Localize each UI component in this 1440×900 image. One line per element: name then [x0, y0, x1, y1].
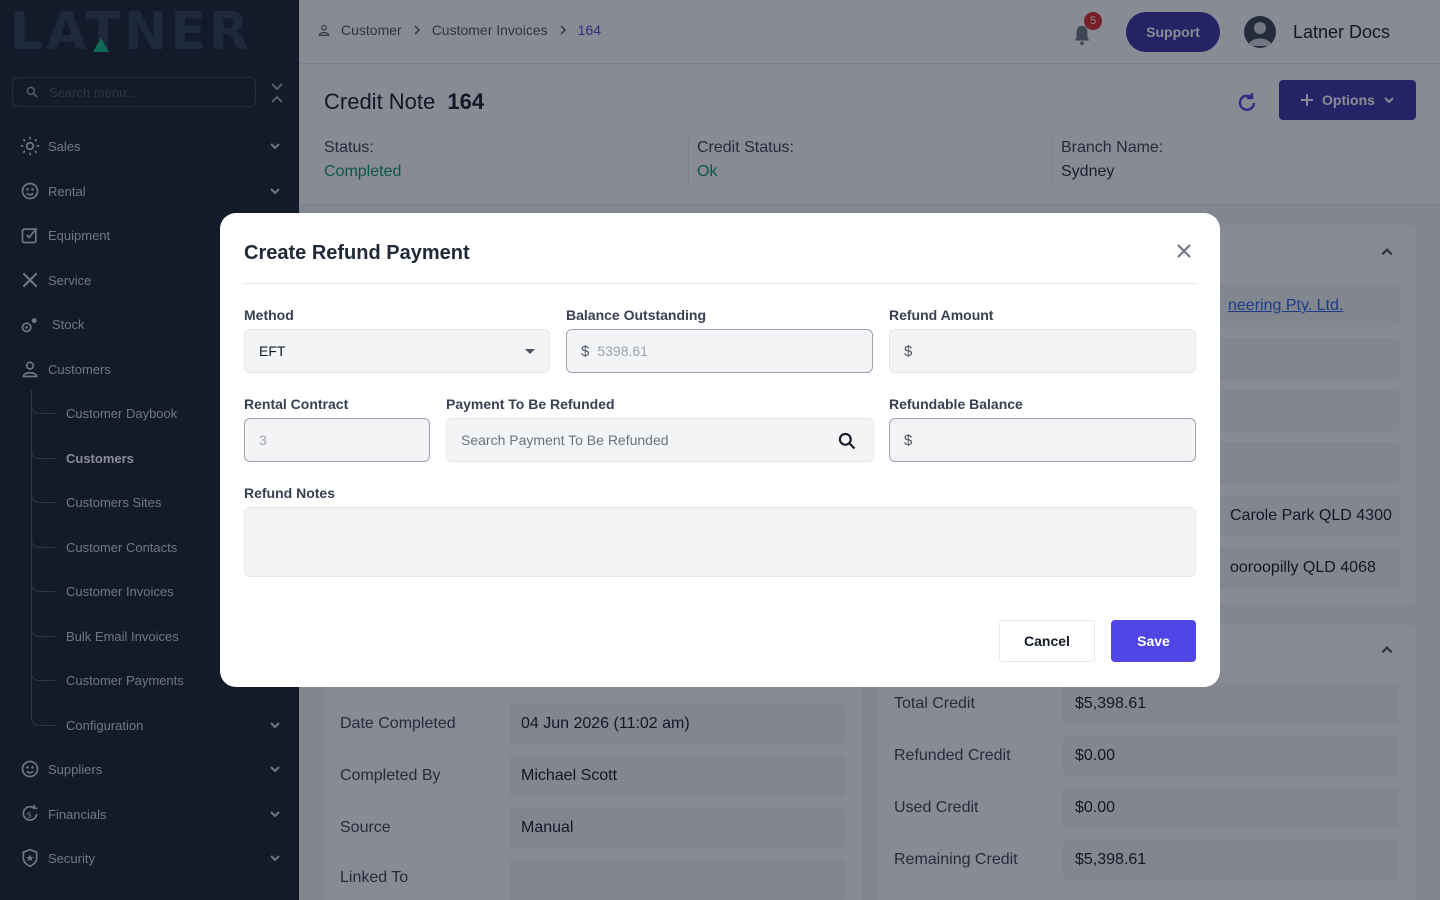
method-label: Method: [244, 307, 294, 323]
balance-outstanding-label: Balance Outstanding: [566, 307, 707, 323]
refund-amount-label: Refund Amount: [889, 307, 994, 323]
rental-contract-value: 3: [259, 432, 267, 448]
close-icon[interactable]: [1176, 243, 1192, 259]
refund-notes-textarea[interactable]: [244, 507, 1196, 577]
refundable-balance-field: $: [889, 418, 1196, 462]
currency-symbol: $: [904, 431, 913, 449]
refund-amount-input[interactable]: $: [889, 329, 1196, 373]
cancel-button[interactable]: Cancel: [999, 620, 1095, 662]
caret-down-icon: [525, 349, 535, 354]
balance-outstanding-value: 5398.61: [597, 343, 648, 359]
balance-outstanding-field: $ 5398.61: [566, 329, 873, 373]
payment-search-placeholder: Search Payment To Be Refunded: [461, 432, 669, 448]
modal-title: Create Refund Payment: [244, 242, 470, 264]
modal-divider: [244, 283, 1196, 284]
currency-symbol: $: [904, 342, 913, 360]
rental-contract-label: Rental Contract: [244, 396, 349, 412]
search-icon[interactable]: [837, 431, 857, 451]
create-refund-modal: Create Refund Payment Method EFT Balance…: [220, 213, 1220, 687]
save-button[interactable]: Save: [1111, 620, 1196, 662]
payment-to-refund-label: Payment To Be Refunded: [446, 396, 615, 412]
rental-contract-field: 3: [244, 418, 430, 462]
payment-to-refund-search[interactable]: Search Payment To Be Refunded: [446, 418, 874, 462]
currency-symbol: $: [581, 342, 590, 360]
method-value: EFT: [259, 343, 286, 359]
refundable-balance-label: Refundable Balance: [889, 396, 1023, 412]
method-select[interactable]: EFT: [244, 329, 550, 373]
refund-notes-label: Refund Notes: [244, 485, 335, 501]
